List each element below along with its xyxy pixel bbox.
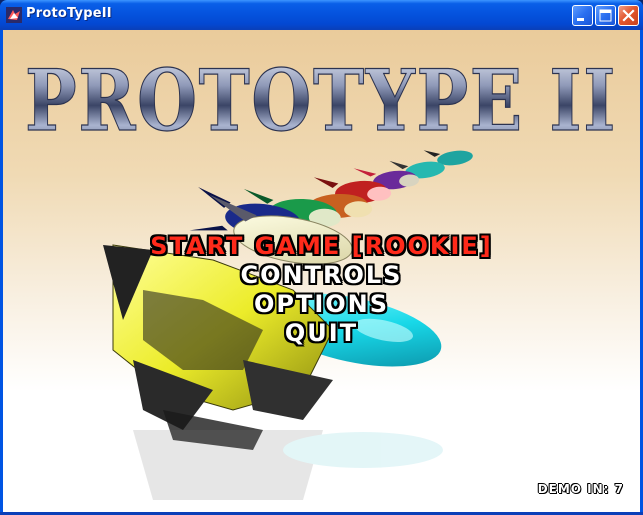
close-icon — [622, 9, 635, 22]
menu-item-controls[interactable]: CONTROLS — [3, 261, 640, 290]
minimize-button[interactable] — [572, 5, 593, 26]
menu-item-quit[interactable]: QUIT — [3, 319, 640, 348]
main-menu: START GAME [ROOKIE] CONTROLS OPTIONS QUI… — [3, 232, 640, 348]
title-bar[interactable]: ProtoTypeII — [0, 0, 643, 30]
window-title: ProtoTypeII — [26, 6, 112, 21]
close-button[interactable] — [618, 5, 639, 26]
game-logo: PROTOTYPE II — [24, 50, 617, 150]
minimize-icon — [577, 18, 584, 21]
floor-reflection — [133, 430, 443, 500]
maximize-icon — [599, 9, 612, 22]
game-viewport[interactable]: PROTOTYPE II START GAME [ROOKIE] CONTROL… — [3, 30, 640, 512]
logo-text: PROTOTYPE II — [25, 51, 617, 150]
game-window: ProtoTypeII PROTOTYPE II START GAME [ROO… — [0, 0, 643, 515]
menu-item-options[interactable]: OPTIONS — [3, 290, 640, 319]
demo-countdown: DEMO IN: 7 — [537, 482, 624, 496]
app-icon[interactable] — [6, 7, 22, 23]
maximize-button[interactable] — [595, 5, 616, 26]
menu-item-start-game[interactable]: START GAME [ROOKIE] — [3, 232, 640, 261]
